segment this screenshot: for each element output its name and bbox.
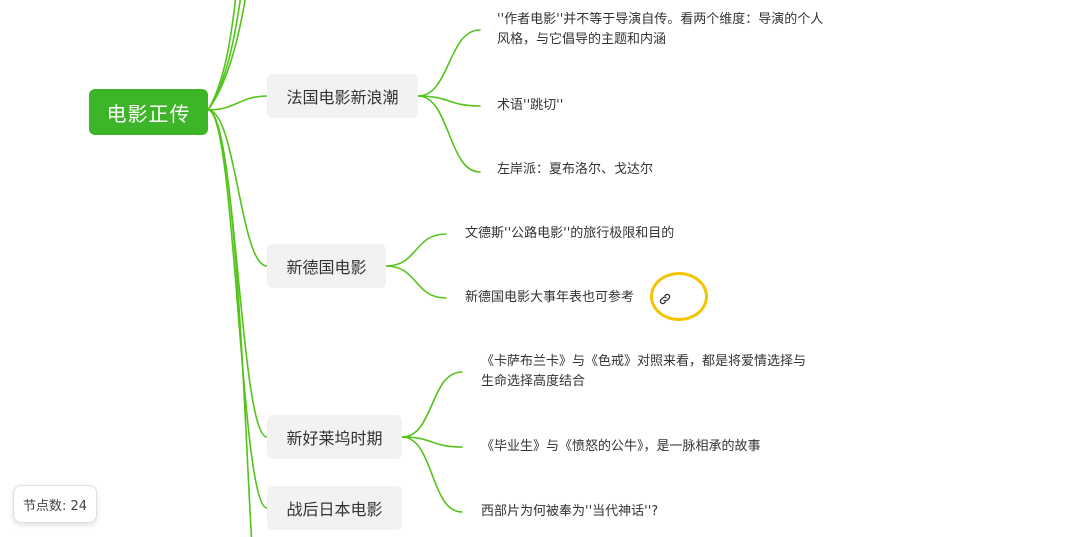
node-count-badge: 节点数: 24 — [13, 485, 97, 523]
leaf-node[interactable]: 西部片为何被奉为''当代神话''? — [481, 502, 658, 522]
node-count-label: 节点数: 24 — [22, 498, 88, 514]
leaf-text: 西部片为何被奉为''当代神话''? — [481, 504, 659, 519]
leaf-node[interactable]: 《卡萨布兰卡》与《色戒》对照来看，都是将爱情选择与 生命选择高度结合 — [481, 352, 806, 392]
connector — [401, 371, 463, 438]
leaf-text: ''作者电影''并不等于导演自传。看两个维度：导演的个人 — [497, 12, 824, 27]
connector — [385, 233, 447, 267]
leaf-node[interactable]: ''作者电影''并不等于导演自传。看两个维度：导演的个人 风格，与它倡导的主题和… — [497, 10, 823, 50]
branch-node-french-new-wave[interactable]: 法国电影新浪潮 — [267, 74, 418, 118]
branch-node-postwar-japanese-cinema[interactable]: 战后日本电影 — [267, 486, 402, 530]
leaf-text: 左岸派：夏布洛尔、戈达尔 — [497, 162, 654, 177]
leaf-node[interactable]: 术语''跳切'' — [497, 96, 563, 116]
mindmap-canvas[interactable]: 电影正传 法国电影新浪潮 新德国电影 新好莱坞时期 战后日本电影 ''作者电影'… — [0, 0, 1080, 537]
leaf-text: 生命选择高度结合 — [481, 374, 586, 389]
leaf-text: 新德国电影大事年表也可参考 — [465, 290, 635, 305]
leaf-text: 术语''跳切'' — [497, 98, 564, 113]
connector — [417, 95, 481, 173]
connector — [417, 29, 481, 97]
leaf-text: 《毕业生》与《愤怒的公牛》，是一脉相承的故事 — [481, 439, 761, 454]
connector — [207, 109, 253, 537]
leaf-node[interactable]: 左岸派：夏布洛尔、戈达尔 — [497, 160, 653, 180]
connector — [207, 95, 268, 111]
connector — [207, 109, 268, 509]
leaf-text: 《卡萨布兰卡》与《色戒》对照来看，都是将爱情选择与 — [481, 354, 807, 369]
leaf-text: 风格，与它倡导的主题和内涵 — [497, 32, 667, 47]
connector — [207, 109, 268, 267]
link-icon[interactable] — [656, 290, 674, 308]
branch-node-new-german-cinema[interactable]: 新德国电影 — [267, 244, 386, 288]
connector — [401, 436, 463, 513]
leaf-text: 文德斯''公路电影''的旅行极限和目的 — [465, 226, 675, 241]
root-node[interactable]: 电影正传 — [89, 89, 208, 135]
leaf-node[interactable]: 文德斯''公路电影''的旅行极限和目的 — [465, 224, 674, 244]
leaf-node[interactable]: 《毕业生》与《愤怒的公牛》，是一脉相承的故事 — [481, 437, 761, 457]
connector — [385, 265, 447, 299]
connector — [207, 0, 237, 111]
connector — [207, 109, 268, 438]
connector — [417, 95, 481, 107]
connector — [207, 0, 242, 111]
leaf-node[interactable]: 新德国电影大事年表也可参考 — [465, 288, 634, 308]
branch-node-new-hollywood[interactable]: 新好莱坞时期 — [267, 415, 402, 459]
